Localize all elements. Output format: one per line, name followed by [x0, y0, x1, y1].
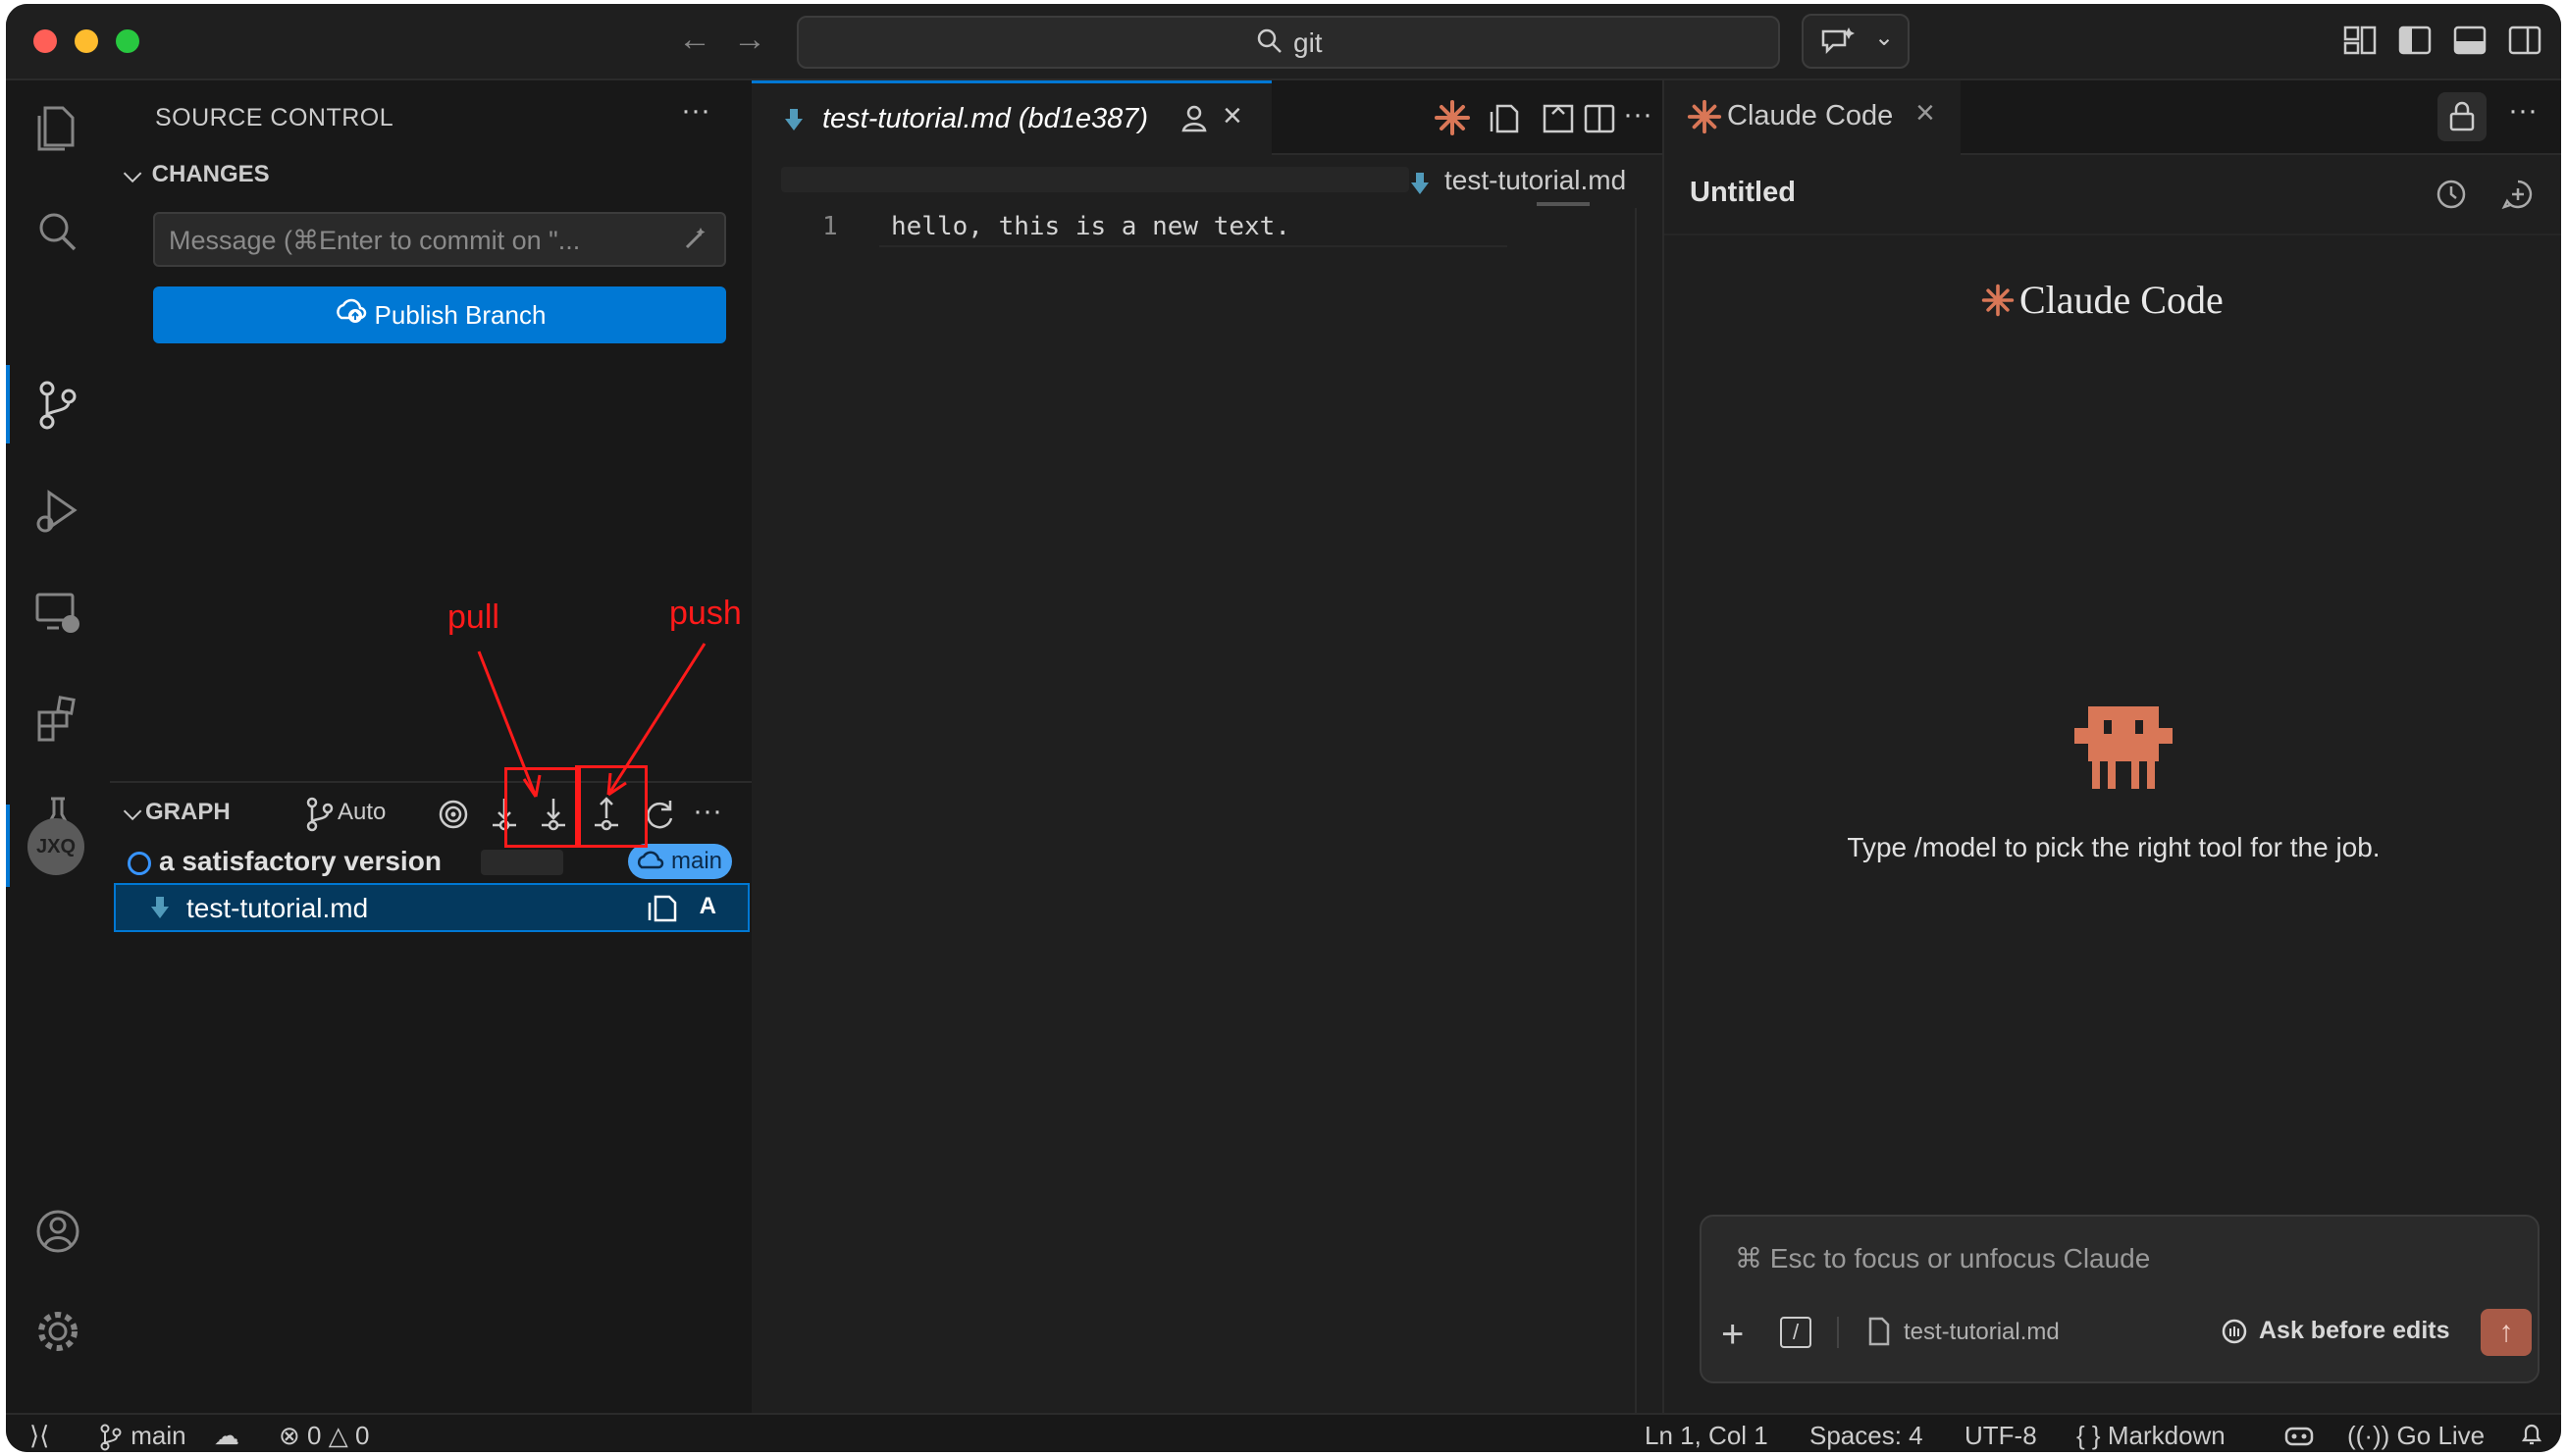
claude-tab-title: Claude Code	[1727, 100, 1894, 131]
editor-tab-bar: test-tutorial.md (bd1e387) × ···	[752, 80, 1662, 158]
problems-status[interactable]: ⊗ 0 △ 0	[279, 1421, 369, 1451]
claude-prompt-input[interactable]: ⌘ Esc to focus or unfocus Claude + / tes…	[1700, 1215, 2540, 1383]
markdown-file-icon	[785, 109, 803, 130]
split-editor-icon[interactable]	[1580, 98, 1619, 137]
lock-group-button[interactable]	[2437, 92, 2487, 141]
hand-icon	[2222, 1319, 2247, 1344]
attached-file-name[interactable]: test-tutorial.md	[1904, 1319, 2060, 1346]
error-icon: ⊗	[279, 1421, 300, 1450]
branch-status[interactable]: main	[98, 1421, 186, 1451]
open-preview-icon[interactable]	[1539, 98, 1578, 137]
copilot-status-icon[interactable]	[2282, 1421, 2316, 1452]
editor-tab-test-tutorial[interactable]: test-tutorial.md (bd1e387) ×	[752, 80, 1272, 158]
file-icon	[1868, 1317, 1890, 1346]
editor-scrollbar[interactable]	[1635, 208, 1656, 1413]
markdown-file-icon	[151, 897, 169, 918]
broadcast-icon: ((·))	[2347, 1421, 2390, 1450]
language-mode[interactable]: { } Markdown	[2076, 1421, 2226, 1451]
editor-more-button[interactable]: ···	[1623, 98, 1662, 137]
open-changes-icon[interactable]	[1486, 98, 1525, 137]
remote-indicator-icon[interactable]: ⟩⟨	[29, 1421, 49, 1451]
prompt-placeholder: ⌘ Esc to focus or unfocus Claude	[1735, 1243, 2151, 1274]
branch-icon	[100, 1424, 122, 1451]
claude-star-icon	[1687, 99, 1722, 134]
markdown-file-icon	[1411, 173, 1429, 194]
toolbar-separator	[1837, 1317, 1839, 1348]
session-title: Untitled	[1690, 177, 1796, 208]
claude-star-icon[interactable]	[1433, 98, 1472, 137]
warning-count: 0	[354, 1421, 370, 1450]
new-conversation-icon[interactable]	[2500, 177, 2536, 212]
person-icon	[1181, 105, 1207, 132]
minimap[interactable]	[1537, 202, 1590, 206]
close-tab-icon[interactable]: ×	[1223, 97, 1242, 135]
code-text[interactable]: hello, this is a new text.	[891, 212, 1290, 241]
claude-more-button[interactable]: ···	[2508, 94, 2538, 128]
claude-mascot-icon	[2074, 706, 2173, 789]
accounts-icon[interactable]	[27, 1201, 88, 1262]
model-hint-text: Type /model to pick the right tool for t…	[1847, 832, 2381, 862]
breadcrumb: test-tutorial.md	[752, 155, 1662, 208]
publish-cloud-icon[interactable]: ☁	[214, 1421, 239, 1451]
close-tab-icon[interactable]: ×	[1915, 94, 1935, 132]
tab-title: test-tutorial.md (bd1e387)	[822, 103, 1149, 134]
editor-group: test-tutorial.md (bd1e387) × ··· test-tu…	[752, 80, 1662, 1413]
claude-session-header: Untitled	[1664, 155, 2561, 235]
go-live-button[interactable]: ((·)) Go Live	[2347, 1421, 2485, 1451]
logo-text: Claude Code	[2019, 278, 2224, 322]
slash-command-icon[interactable]: /	[1780, 1317, 1811, 1348]
changed-file-row[interactable]: test-tutorial.md A	[114, 883, 750, 932]
open-file-icon[interactable]	[646, 891, 679, 924]
claude-star-icon	[1981, 284, 2015, 317]
notifications-bell-icon[interactable]	[2518, 1421, 2545, 1452]
file-status-added: A	[699, 893, 716, 919]
vscode-window: ← → git ⌄ JXQ SOURCE CONTROL ··· ⌵ CHANG…	[6, 4, 2561, 1452]
error-count: 0	[307, 1421, 322, 1450]
claude-code-tab[interactable]: Claude Code ×	[1664, 80, 1961, 155]
add-context-icon[interactable]: +	[1721, 1315, 1744, 1354]
braces-icon: { }	[2076, 1421, 2101, 1450]
indentation[interactable]: Spaces: 4	[1809, 1421, 1923, 1451]
status-bar: ⟩⟨ main ☁ ⊗ 0 △ 0 Ln 1, Col 1 Spaces: 4 …	[6, 1413, 2561, 1452]
warning-icon: △	[328, 1421, 348, 1450]
claude-tab-bar: Claude Code × ···	[1664, 80, 2561, 155]
breadcrumb-redacted-path	[781, 167, 1409, 192]
cursor-position[interactable]: Ln 1, Col 1	[1645, 1421, 1768, 1451]
line-number: 1	[822, 212, 838, 241]
encoding[interactable]: UTF-8	[1965, 1421, 2037, 1451]
claude-code-logo: Claude Code	[1980, 273, 2275, 328]
branch-status-name: main	[131, 1421, 186, 1450]
settings-gear-icon[interactable]	[27, 1301, 88, 1362]
send-button[interactable]: ↑	[2481, 1309, 2532, 1356]
breadcrumb-file[interactable]: test-tutorial.md	[1444, 165, 1626, 196]
changed-file-name: test-tutorial.md	[186, 893, 369, 923]
history-clock-icon[interactable]	[2434, 177, 2469, 212]
code-line[interactable]: 1 hello, this is a new text.	[752, 204, 1662, 247]
claude-code-panel: Claude Code × ··· Untitled Claude Code T…	[1662, 80, 2561, 1413]
current-line-highlight	[879, 245, 1507, 247]
lock-icon	[2449, 101, 2475, 131]
mode-selector[interactable]: Ask before edits	[2259, 1317, 2450, 1345]
arrow-up-icon: ↑	[2498, 1316, 2514, 1348]
